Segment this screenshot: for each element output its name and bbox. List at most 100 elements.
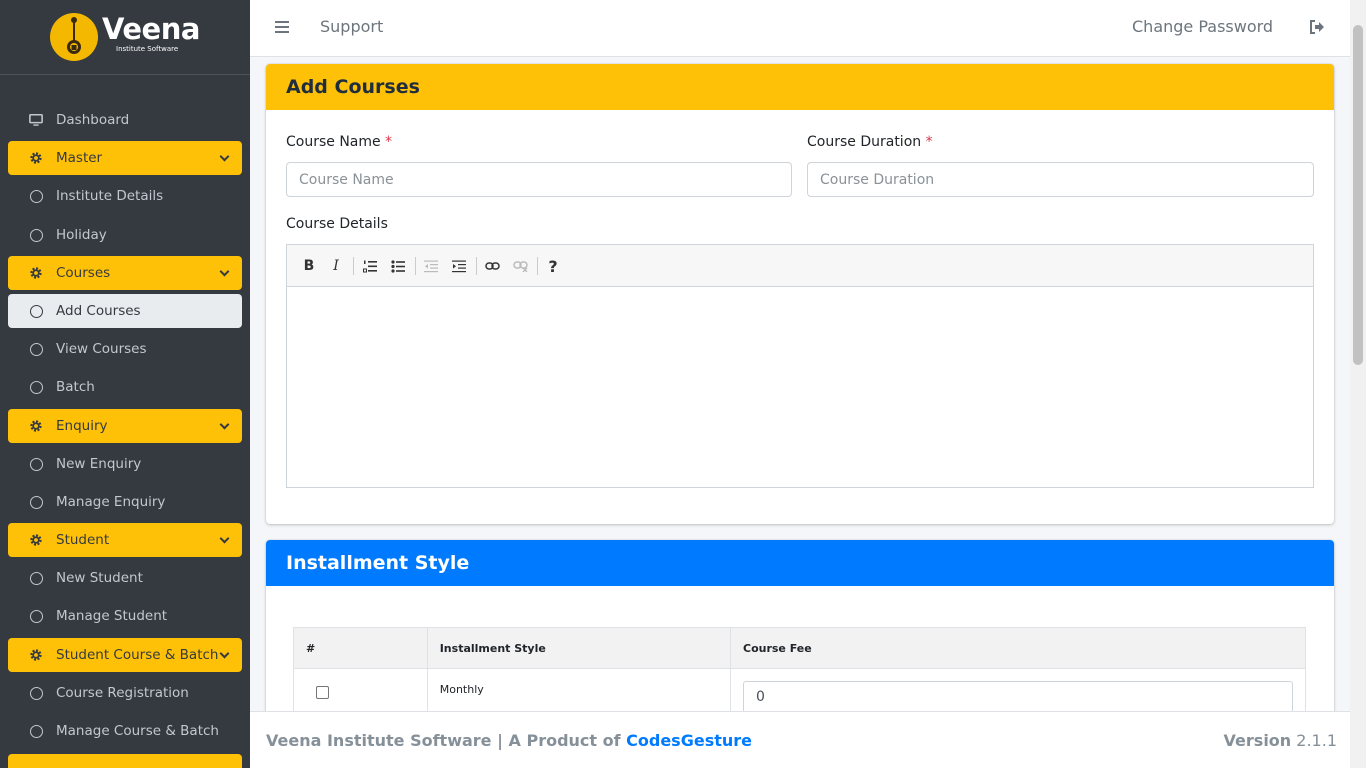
scrollbar-thumb[interactable] [1353,25,1363,365]
required-mark: * [385,134,393,150]
menu-toggle-icon[interactable] [275,21,289,33]
circle-icon [30,304,43,318]
sidebar-item-label: Batch [56,379,95,396]
top-navbar: Support Change Password [250,0,1350,57]
course-duration-label: Course Duration * [807,134,933,150]
link-button[interactable] [482,256,502,276]
sidebar-item-new-enquiry[interactable]: New Enquiry [8,447,242,481]
sidebar-item-student-course-batch[interactable]: Student Course & Batch [8,637,242,672]
sidebar-item-view-courses[interactable]: View Courses [8,332,242,366]
sidebar-item-student[interactable]: Student [8,523,242,558]
footer-version: Version 2.1.1 [1224,731,1337,750]
gear-icon [30,648,42,661]
version-number: 2.1.1 [1296,731,1337,750]
circle-icon [30,686,43,700]
sidebar-item-label: New Student [56,570,143,587]
outdent-icon [424,260,438,272]
column-header-index: # [293,627,428,669]
sidebar-item-manage-student[interactable]: Manage Student [8,599,242,633]
brand[interactable]: Veena Institute Software [0,0,250,75]
circle-icon [30,343,43,357]
row-checkbox[interactable] [316,686,329,699]
change-password-link[interactable]: Change Password [1132,17,1273,36]
sidebar: Veena Institute Software Dashboard Maste… [0,0,250,768]
footer-text: Veena Institute Software | A Product of [266,731,627,750]
sidebar-nav: Dashboard Master Institute Details Holid… [8,103,242,752]
bold-button[interactable]: B [299,256,319,276]
indent-icon [452,260,466,272]
footer-copyright: Veena Institute Software | A Product of … [266,731,752,750]
toolbar-divider [415,257,416,275]
bullet-list-button[interactable] [388,256,408,276]
brand-subtitle: Institute Software [116,45,179,53]
unlink-button[interactable] [510,256,530,276]
chevron-down-icon [219,151,230,162]
italic-button[interactable]: I [326,256,346,276]
sidebar-item-master[interactable]: Master [8,141,242,176]
numbered-list-button[interactable] [360,256,380,276]
sidebar-item-batch[interactable]: Batch [8,370,242,404]
circle-icon [30,725,43,738]
sidebar-item-new-student[interactable]: New Student [8,561,242,595]
course-details-editor: B I ? [286,244,1314,488]
sidebar-item-label: Course Registration [56,684,189,701]
chevron-down-icon [219,533,230,544]
gear-icon [30,267,42,279]
circle-icon [30,457,43,471]
installment-style-title: Installment Style [266,540,1334,586]
sidebar-item-enquiry[interactable]: Enquiry [8,408,242,443]
sidebar-item-label: Dashboard [56,112,130,128]
circle-icon [30,572,43,586]
course-fee-input[interactable]: 0 [743,681,1293,713]
outdent-button[interactable] [421,256,441,276]
logout-icon[interactable] [1308,18,1326,36]
course-duration-label-text: Course Duration [807,134,922,150]
sidebar-item-label: Holiday [56,226,107,243]
toolbar-divider [476,257,477,275]
course-duration-input[interactable] [807,162,1314,197]
sidebar-item-label: Institute Details [56,188,164,205]
sidebar-item-courses[interactable]: Courses [8,255,242,290]
installment-style-card: Installment Style # Installment Style Co… [266,540,1334,720]
toolbar-divider [537,257,538,275]
gear-icon [30,152,42,164]
sidebar-item-label: View Courses [56,341,147,358]
sidebar-item-label: Courses [56,264,111,281]
bullet-list-icon [391,259,405,273]
sidebar-item-label: Enquiry [56,417,108,434]
sidebar-item-label: Manage Student [56,608,168,625]
chevron-down-icon [219,648,230,659]
course-details-textarea[interactable] [287,287,1313,487]
sidebar-item-label: Student Course & Batch [56,646,219,663]
indent-button[interactable] [449,256,469,276]
sidebar-item-institute-details[interactable]: Institute Details [8,179,242,213]
brand-name: Veena [102,12,200,46]
course-name-input[interactable] [286,162,792,197]
unlink-icon [512,261,528,272]
veena-logo-icon [50,13,98,61]
sidebar-item-add-courses[interactable]: Add Courses [8,293,242,328]
sidebar-item-dashboard[interactable]: Dashboard [8,103,242,137]
help-button[interactable]: ? [543,256,563,276]
monitor-icon [29,113,43,126]
numbered-list-icon [363,260,377,272]
sidebar-item-manage-enquiry[interactable]: Manage Enquiry [8,485,242,519]
course-name-label-text: Course Name [286,134,381,150]
page-scrollbar[interactable] [1350,0,1366,768]
required-mark: * [925,134,933,150]
chevron-down-icon [219,419,230,429]
toolbar-divider [353,257,354,275]
column-header-course-fee: Course Fee [730,627,1306,669]
sidebar-item-manage-course-batch[interactable]: Manage Course & Batch [8,714,242,748]
gear-icon [30,419,42,432]
sidebar-item-label: Master [56,150,103,167]
circle-icon [30,190,43,204]
sidebar-item-course-registration[interactable]: Course Registration [8,676,242,710]
chevron-down-icon [219,266,230,277]
sidebar-item-partial[interactable] [8,754,242,768]
support-link[interactable]: Support [320,17,383,36]
link-icon [484,262,500,270]
codesgesture-link[interactable]: CodesGesture [626,731,752,750]
circle-icon [30,495,43,509]
sidebar-item-holiday[interactable]: Holiday [8,218,242,252]
